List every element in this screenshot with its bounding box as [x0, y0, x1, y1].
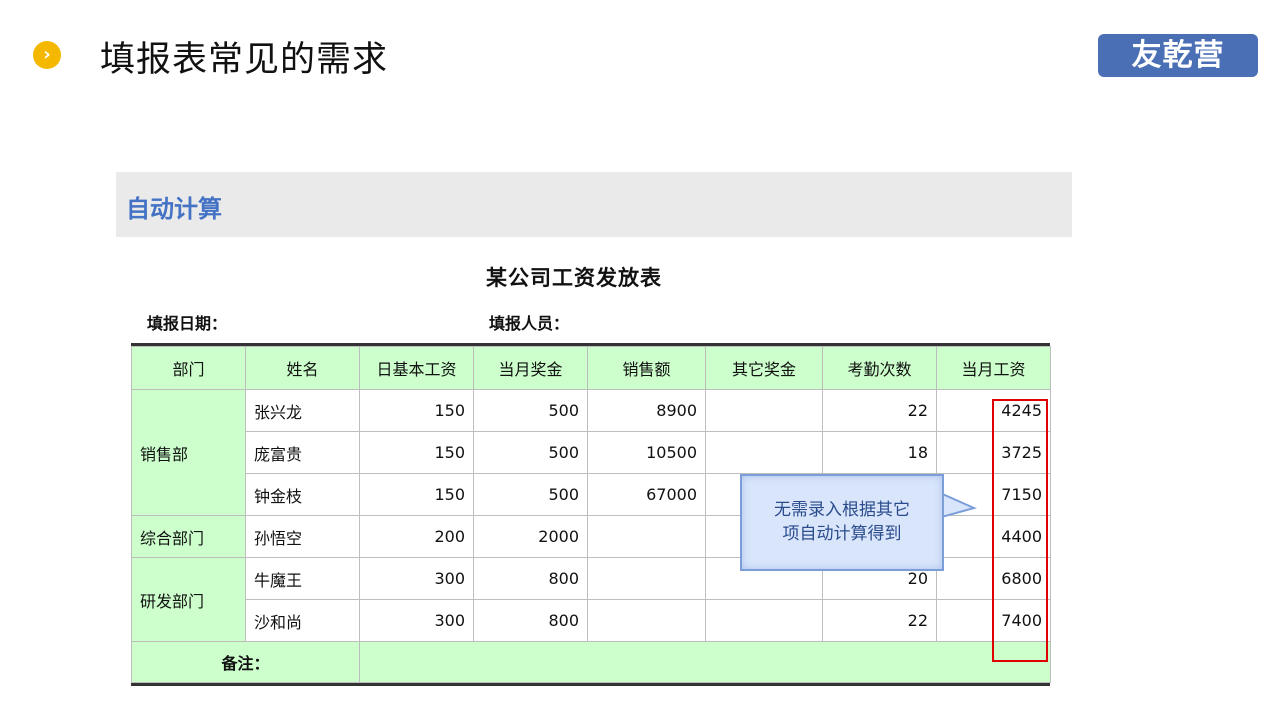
base-cell[interactable]: 300 [359, 557, 474, 600]
attendance-cell[interactable]: 22 [822, 389, 937, 432]
section-title: 自动计算 [126, 195, 222, 223]
name-cell[interactable]: 钟金枝 [245, 473, 360, 516]
chevron-right-icon: › [33, 41, 61, 69]
other-bonus-cell[interactable] [705, 599, 823, 642]
bonus-cell[interactable]: 800 [473, 599, 588, 642]
form-title: 某公司工资发放表 [486, 266, 662, 290]
base-cell[interactable]: 200 [359, 515, 474, 558]
base-cell[interactable]: 150 [359, 473, 474, 516]
sales-cell[interactable]: 67000 [587, 473, 706, 516]
section-header: 自动计算 [116, 172, 1072, 237]
fill-date-label: 填报日期： [147, 314, 228, 333]
bonus-cell[interactable]: 500 [473, 431, 588, 474]
name-cell[interactable]: 孙悟空 [245, 515, 360, 558]
dept-cell: 销售部 [131, 389, 246, 516]
column-header: 姓名 [245, 346, 360, 390]
name-cell[interactable]: 庞富贵 [245, 431, 360, 474]
column-header: 部门 [131, 346, 246, 390]
remark-row: 备注： [131, 641, 1051, 683]
attendance-cell[interactable]: 22 [822, 599, 937, 642]
base-cell[interactable]: 150 [359, 389, 474, 432]
logo: 友乾营 [1098, 34, 1258, 77]
callout-box: 无需录入根据其它 项自动计算得到 [740, 474, 944, 571]
attendance-cell[interactable]: 18 [822, 431, 937, 474]
callout-line: 项自动计算得到 [782, 524, 902, 544]
base-cell[interactable]: 150 [359, 431, 474, 474]
salary-column-highlight [992, 399, 1048, 662]
sales-cell[interactable] [587, 557, 706, 600]
column-header: 当月奖金 [473, 346, 588, 390]
callout-pointer [938, 490, 977, 520]
callout-text: 无需录入根据其它 项自动计算得到 [742, 498, 942, 546]
bonus-cell[interactable]: 800 [473, 557, 588, 600]
bonus-cell[interactable]: 2000 [473, 515, 588, 558]
bonus-cell[interactable]: 500 [473, 473, 588, 516]
column-header: 日基本工资 [359, 346, 474, 390]
name-cell[interactable]: 张兴龙 [245, 389, 360, 432]
base-cell[interactable]: 300 [359, 599, 474, 642]
table-row: 销售部 张兴龙 150 500 8900 22 4245 [131, 389, 1051, 516]
table-header-row: 部门 姓名 日基本工资 当月奖金 销售额 其它奖金 考勤次数 当月工资 [131, 346, 1051, 390]
remark-input[interactable] [359, 641, 1051, 683]
sales-cell[interactable]: 10500 [587, 431, 706, 474]
column-header: 销售额 [587, 346, 706, 390]
table-row: 沙和尚 300 800 22 7400 [132, 599, 1051, 642]
remark-label: 备注： [131, 641, 360, 683]
filler-label: 填报人员： [489, 314, 570, 333]
other-bonus-cell[interactable] [705, 389, 823, 432]
table-row: 庞富贵 150 500 10500 18 3725 [132, 431, 1051, 474]
sales-cell[interactable] [587, 599, 706, 642]
callout-line: 无需录入根据其它 [774, 500, 910, 520]
sales-cell[interactable]: 8900 [587, 389, 706, 432]
dept-cell: 研发部门 [131, 557, 246, 642]
column-header: 当月工资 [936, 346, 1051, 390]
column-header: 其它奖金 [705, 346, 823, 390]
dept-cell: 综合部门 [131, 515, 246, 558]
name-cell[interactable]: 牛魔王 [245, 557, 360, 600]
name-cell[interactable]: 沙和尚 [245, 599, 360, 642]
column-header: 考勤次数 [822, 346, 937, 390]
bonus-cell[interactable]: 500 [473, 389, 588, 432]
other-bonus-cell[interactable] [705, 431, 823, 474]
sales-cell[interactable] [587, 515, 706, 558]
slide-title: 填报表常见的需求 [100, 40, 389, 80]
